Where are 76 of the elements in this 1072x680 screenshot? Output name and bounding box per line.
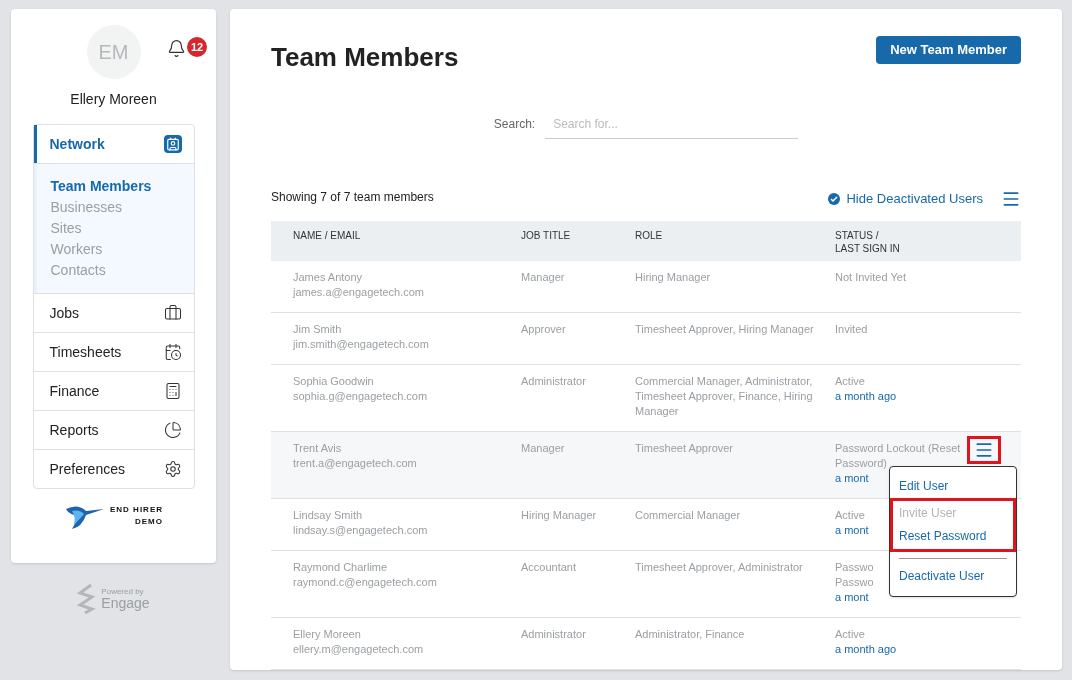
nav-item[interactable]: Jobs xyxy=(33,294,194,332)
calculator-icon xyxy=(163,382,182,400)
member-email: lindsay.s@engagetech.com xyxy=(293,523,429,538)
table-cell-text: Manager xyxy=(521,441,566,456)
member-name: Sophia Goodwin xyxy=(293,374,375,389)
table-cell-text: Commercial Manager xyxy=(635,508,742,523)
status-text: Active xyxy=(835,627,865,642)
contact-card-icon xyxy=(163,135,182,153)
member-name: Raymond Charlime xyxy=(293,560,389,575)
member-email: james.a@engagetech.com xyxy=(293,285,426,300)
column-header: STATUS / LAST SIGN IN xyxy=(835,229,901,256)
table-cell-text: Administrator xyxy=(521,627,587,642)
table-cell-text: Hiring Manager xyxy=(521,508,598,523)
menu-item[interactable]: Edit User xyxy=(899,475,1007,498)
logo-text: END HIRER xyxy=(110,504,163,516)
table-cell-text: Commercial Manager, Administrator, Timesheet Approver, Finance, Hiring Manager xyxy=(635,374,814,419)
status-text: Active xyxy=(835,374,865,389)
search-label: Search: xyxy=(493,116,536,133)
member-name: Trent Avis xyxy=(293,441,343,456)
settings-icon xyxy=(163,460,182,478)
table-cell-text: Timesheet Approver, Administrator xyxy=(635,560,804,575)
engage-brand-text: Engage xyxy=(101,596,150,610)
member-name: Jim Smith xyxy=(293,322,343,337)
nav-item[interactable]: Reports xyxy=(33,411,194,449)
status-text: Active xyxy=(835,508,865,523)
member-name: James Antony xyxy=(293,270,364,285)
check-icon xyxy=(828,193,841,205)
notification-badge: 12 xyxy=(187,37,207,57)
member-email: jim.smith@engagetech.com xyxy=(293,337,430,352)
nav-item[interactable]: Finance xyxy=(33,372,194,410)
last-sign-in: a mont xyxy=(835,523,869,538)
row-menu-icon[interactable] xyxy=(974,440,994,460)
new-team-member-button[interactable]: New Team Member xyxy=(876,36,1021,64)
member-email: raymond.c@engagetech.com xyxy=(293,575,438,590)
member-name: Lindsay Smith xyxy=(293,508,364,523)
member-email: ellery.m@engagetech.com xyxy=(293,642,425,657)
table-cell-text: Manager xyxy=(521,270,566,285)
last-sign-in: a month ago xyxy=(835,642,897,657)
last-sign-in: a mont xyxy=(835,471,869,486)
notification-bell-icon[interactable] xyxy=(167,39,186,58)
table-cell-text: Approver xyxy=(521,322,567,337)
table-row[interactable]: Ellery Moreen ellery.m@engagetech.com Administrator Administrator, Finance Active a month ago xyxy=(271,618,1021,670)
member-email: sophia.g@engagetech.com xyxy=(293,389,429,404)
status-text: Password Lockout (Reset Password) xyxy=(835,441,962,471)
status-text: Invited xyxy=(835,322,868,337)
last-sign-in: a month ago xyxy=(835,389,897,404)
page-title: Team Members xyxy=(271,41,459,74)
menu-item[interactable]: Reset Password xyxy=(890,525,1016,552)
table-cell-text: Administrator xyxy=(521,374,587,389)
user-name: Ellery Moreen xyxy=(70,90,157,109)
table-cell-text: Accountant xyxy=(521,560,578,575)
column-header: JOB TITLE xyxy=(521,229,572,243)
table-cell-text: Administrator, Finance xyxy=(635,627,746,642)
column-header: NAME / EMAIL xyxy=(292,229,362,243)
pie-chart-icon xyxy=(163,421,182,439)
menu-icon[interactable] xyxy=(1001,189,1021,209)
briefcase-icon xyxy=(163,304,182,322)
status-text: Passwo Passwo xyxy=(835,560,874,590)
logo-text: DEMO xyxy=(135,516,163,528)
powered-by-text: Powered by xyxy=(101,588,145,596)
table-cell-text: Hiring Manager xyxy=(635,270,712,285)
menu-item[interactable]: Deactivate User xyxy=(899,565,1007,588)
search-field[interactable]: Search for... xyxy=(545,109,799,139)
timesheet-icon xyxy=(163,343,182,361)
column-header: ROLE xyxy=(635,229,664,243)
hide-deactivated-toggle[interactable]: Hide Deactivated Users xyxy=(828,189,983,209)
nav-item[interactable]: Timesheets xyxy=(33,333,194,371)
table-cell-text: Timesheet Approver, Hiring Manager xyxy=(635,322,815,337)
status-text: Not Invited Yet xyxy=(835,270,906,285)
nav-item[interactable]: Preferences xyxy=(33,450,194,488)
nav-subitem[interactable]: Team Members xyxy=(50,176,194,197)
engage-logo-icon xyxy=(77,583,98,615)
member-email: trent.a@engagetech.com xyxy=(293,456,418,471)
showing-count: Showing 7 of 7 team members xyxy=(271,189,434,206)
member-name: Ellery Moreen xyxy=(293,627,362,642)
table-cell-text: Timesheet Approver xyxy=(635,441,735,456)
